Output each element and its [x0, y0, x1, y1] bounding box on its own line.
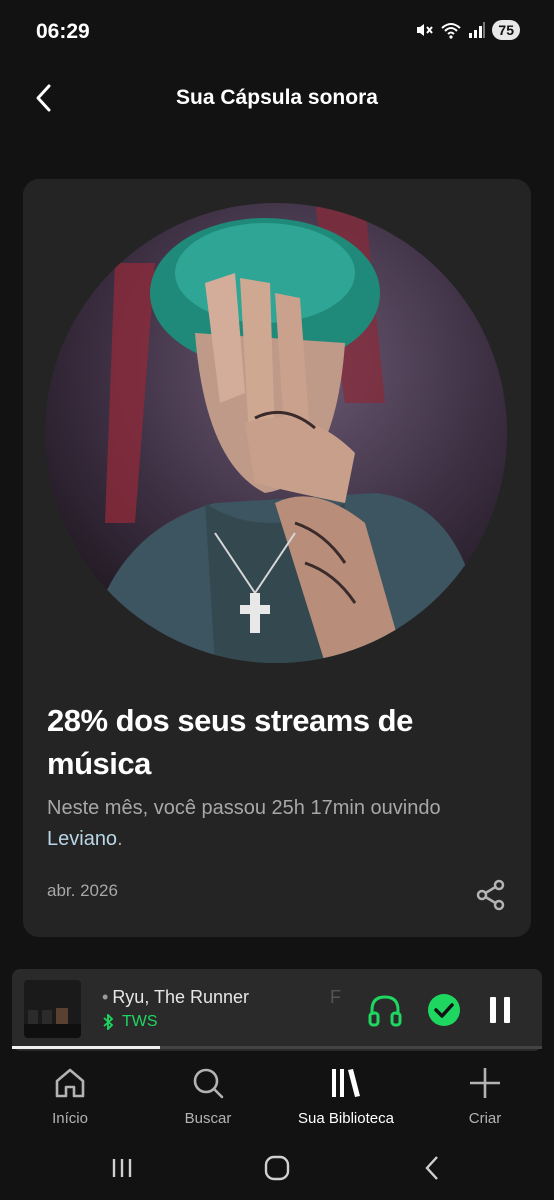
- check-circle-icon: [428, 994, 460, 1026]
- nav-label-library: Sua Biblioteca: [298, 1110, 394, 1127]
- playback-progress-fill: [12, 1046, 161, 1049]
- playback-progress[interactable]: [12, 1046, 542, 1049]
- bottom-navigation: Início Buscar Sua Biblioteca Criar: [0, 1052, 554, 1136]
- nav-item-search[interactable]: Buscar: [143, 1066, 273, 1127]
- artist-link[interactable]: Leviano: [47, 828, 117, 850]
- nav-label-home: Início: [52, 1110, 88, 1127]
- home-icon: [55, 1068, 85, 1098]
- connected-device[interactable]: TWS: [102, 1013, 158, 1031]
- track-next-fade: F: [330, 987, 341, 1007]
- back-arrow-icon: [425, 1156, 438, 1180]
- pause-icon: [490, 997, 510, 1023]
- capsule-card: 28% dos seus streams de música Neste mês…: [23, 179, 531, 937]
- status-bar: 06:29 75: [0, 0, 554, 66]
- nav-item-library[interactable]: Sua Biblioteca: [281, 1066, 411, 1127]
- share-button[interactable]: [473, 877, 509, 913]
- listening-description: Neste mês, você passou 25h 17min ouvindo…: [47, 793, 517, 855]
- status-time: 06:29: [36, 20, 90, 43]
- headphones-icon: [368, 995, 402, 1027]
- nav-item-home[interactable]: Início: [5, 1066, 135, 1127]
- track-title: • Ryu, The Runner: [102, 987, 250, 1007]
- track-title-text: Ryu, The Runner: [112, 987, 250, 1007]
- album-art[interactable]: [24, 980, 81, 1038]
- pause-button[interactable]: [481, 991, 519, 1029]
- mini-player[interactable]: • Ryu, The Runner F TWS: [12, 969, 542, 1051]
- nav-item-create[interactable]: Criar: [420, 1066, 550, 1127]
- connect-device-button[interactable]: [366, 991, 404, 1029]
- stream-percentage-headline: 28% dos seus streams de música: [47, 703, 413, 781]
- recent-apps-button[interactable]: [102, 1152, 142, 1184]
- battery-indicator: 75: [492, 20, 520, 40]
- library-icon: [332, 1069, 360, 1097]
- search-icon: [193, 1068, 224, 1099]
- saved-button[interactable]: [425, 991, 463, 1029]
- share-icon: [476, 879, 505, 911]
- mute-icon: [417, 24, 434, 36]
- header: Sua Cápsula sonora: [0, 66, 554, 130]
- home-circle-icon: [264, 1155, 290, 1181]
- system-navigation-bar: [0, 1136, 554, 1200]
- nav-label-search: Buscar: [184, 1110, 232, 1127]
- signal-icon: [469, 22, 486, 38]
- page-title: Sua Cápsula sonora: [176, 86, 378, 109]
- capsule-date: abr. 2026: [47, 881, 118, 900]
- plus-icon: [470, 1068, 500, 1098]
- recent-apps-icon: [112, 1159, 132, 1177]
- home-system-button[interactable]: [257, 1152, 297, 1184]
- status-icons: 75: [414, 20, 520, 40]
- description-text: Neste mês, você passou 25h 17min ouvindo: [47, 797, 441, 819]
- device-name: TWS: [122, 1013, 158, 1030]
- bluetooth-icon: [103, 1014, 114, 1030]
- back-system-button[interactable]: [412, 1152, 452, 1184]
- description-period: .: [117, 828, 123, 850]
- wifi-icon: [441, 23, 462, 39]
- artist-photo: [45, 203, 507, 663]
- nav-label-create: Criar: [468, 1110, 502, 1127]
